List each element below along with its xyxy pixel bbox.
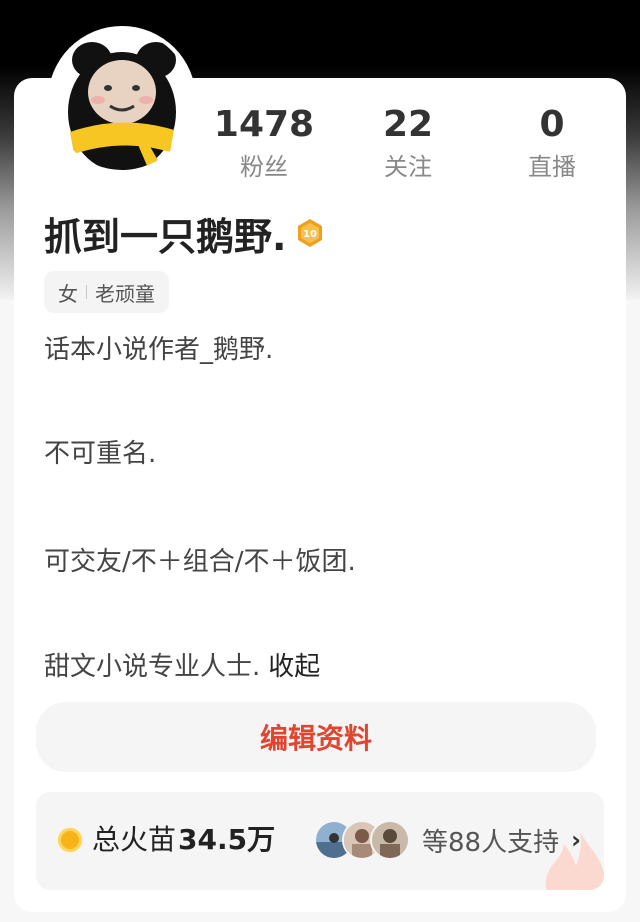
collapse-link[interactable]: 收起: [268, 652, 320, 682]
bio-line: 可交友/不＋组合/不＋饭团.: [44, 547, 356, 577]
coin-icon: [58, 828, 82, 852]
supporters[interactable]: 等88人支持 ›: [314, 820, 581, 860]
fire-total-label: 总火苗: [92, 823, 177, 856]
stat-following[interactable]: 22 关注: [338, 104, 478, 184]
level-badge-icon[interactable]: 10: [296, 218, 324, 248]
bio-last-line: 甜文小说专业人士. 收起: [44, 650, 320, 684]
stat-live-value: 0: [539, 104, 565, 145]
stat-following-label: 关注: [384, 153, 432, 181]
username: 抓到一只鹅野.: [44, 214, 287, 259]
username-row: 抓到一只鹅野. 10: [44, 204, 324, 262]
stat-following-value: 22: [382, 104, 434, 145]
stat-followers-label: 粉丝: [240, 153, 288, 181]
profile-stats: 1478 粉丝 22 关注 0 直播: [194, 104, 626, 194]
bio-line: 不可重名.: [44, 439, 157, 469]
fire-total-value: 34.5万: [178, 823, 276, 856]
bio-line: 话本小说作者_鹅野.: [44, 335, 274, 365]
level-value: 10: [303, 229, 317, 240]
supporters-count: 等88人支持: [422, 827, 560, 858]
tag-divider: [86, 285, 87, 299]
bio-line: 甜文小说专业人士.: [44, 652, 261, 682]
stat-followers-value: 1478: [213, 104, 315, 145]
fire-total: 总火苗34.5万: [92, 820, 275, 860]
profile-tags: 女 老顽童: [44, 271, 169, 313]
supporter-avatar: [370, 820, 410, 860]
chevron-right-icon: ›: [571, 826, 581, 854]
stat-live-label: 直播: [528, 153, 576, 181]
stat-followers[interactable]: 1478 粉丝: [194, 104, 334, 184]
tag-age: 老顽童: [95, 281, 155, 306]
avatar[interactable]: [52, 30, 192, 170]
fire-support-card[interactable]: 总火苗34.5万 等88人支持 ›: [36, 792, 604, 890]
stat-live[interactable]: 0 直播: [482, 104, 622, 184]
edit-profile-button[interactable]: 编辑资料: [36, 702, 596, 772]
tag-gender: 女: [58, 281, 78, 306]
